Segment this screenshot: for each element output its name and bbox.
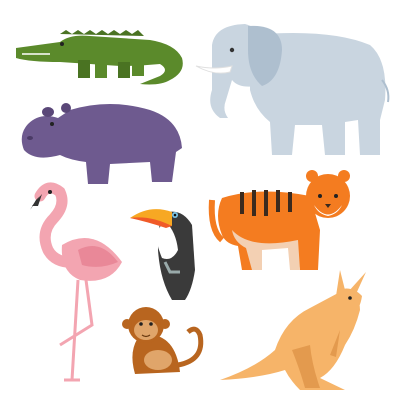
tiger-icon	[208, 170, 350, 270]
elephant-icon	[195, 24, 390, 156]
hippo-icon	[21, 103, 182, 184]
flamingo-icon	[30, 182, 122, 382]
toucan-icon	[130, 209, 195, 300]
animals-illustration	[16, 24, 390, 390]
monkey-icon	[122, 307, 204, 374]
kangaroo-icon	[220, 270, 366, 390]
crocodile-icon	[16, 30, 183, 85]
